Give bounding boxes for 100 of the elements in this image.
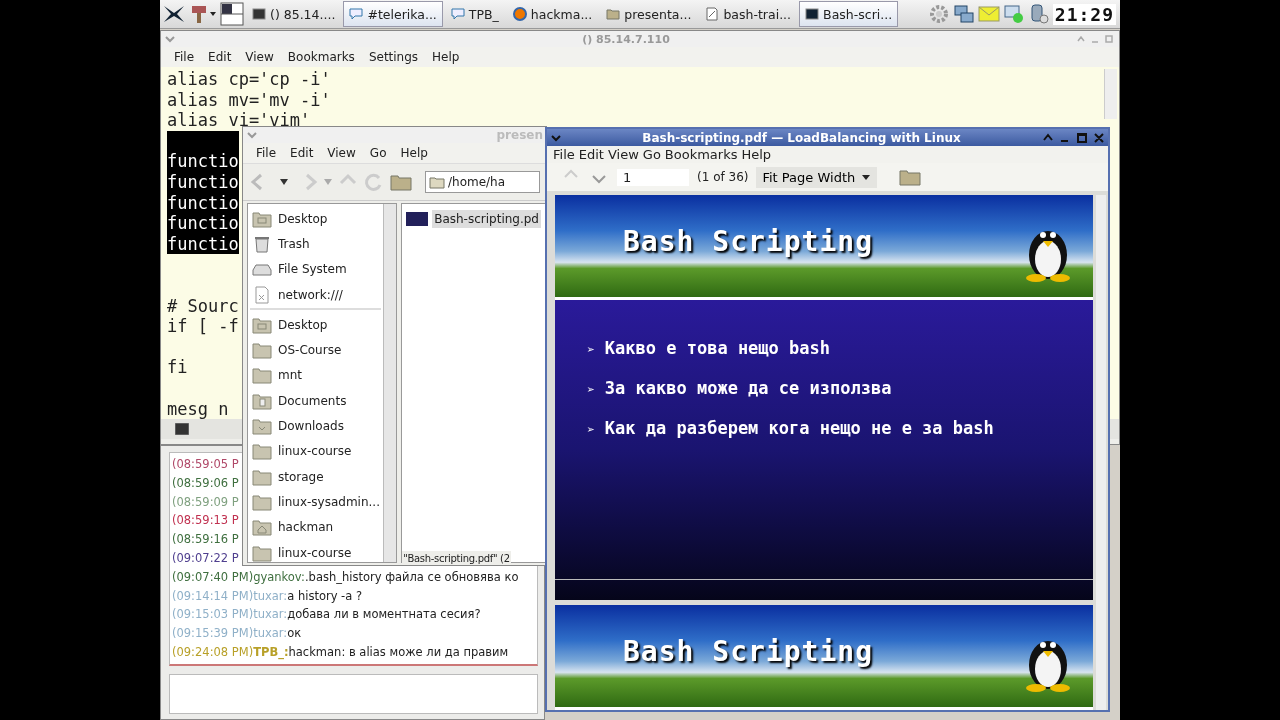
slide-title: Bash Scripting bbox=[623, 224, 873, 258]
chat-bubble-icon bbox=[349, 7, 364, 21]
menu-item[interactable]: Go bbox=[640, 147, 663, 162]
terminal-line: alias vi='vim' bbox=[167, 110, 311, 131]
envelope-icon[interactable] bbox=[977, 3, 1000, 25]
document-folder-icon bbox=[252, 391, 272, 410]
location-field[interactable]: /home/ha bbox=[425, 171, 540, 193]
menu-item[interactable]: Help bbox=[393, 146, 435, 160]
zoom-dropdown[interactable]: Fit Page Width bbox=[756, 166, 878, 188]
menu-item[interactable]: File bbox=[249, 146, 284, 160]
sidebar-item[interactable]: OS-Course bbox=[248, 337, 384, 363]
chat-input-field[interactable] bbox=[169, 674, 538, 714]
menu-item[interactable]: View bbox=[605, 147, 641, 162]
terminal-line: alias cp='cp -i' bbox=[167, 69, 331, 90]
status-text: "Bash-scripting.pdf" (2 bbox=[402, 551, 511, 565]
menu-item[interactable]: View bbox=[238, 50, 281, 64]
scrollbar[interactable] bbox=[1096, 195, 1106, 710]
folder-icon bbox=[252, 467, 272, 486]
chevron-down-icon[interactable] bbox=[246, 130, 258, 140]
menu-item[interactable]: File bbox=[551, 147, 577, 162]
dropdown-caret-icon[interactable] bbox=[279, 178, 289, 186]
chat-message: (09:07:22 P bbox=[172, 550, 239, 567]
home-folder-icon[interactable] bbox=[389, 172, 413, 192]
terminal-line: fi bbox=[167, 357, 188, 378]
menu-item[interactable]: View bbox=[320, 146, 363, 160]
scrollbar[interactable] bbox=[1104, 69, 1117, 119]
sidebar-item[interactable]: hackman bbox=[248, 514, 384, 540]
terminal-icon[interactable] bbox=[175, 423, 189, 435]
taskbar-button[interactable]: hackma... bbox=[506, 1, 599, 27]
window-title: Bash-scripting.pdf — LoadBalancing with Linux bbox=[641, 130, 962, 145]
taskbar-button[interactable]: bash-trai... bbox=[699, 1, 798, 27]
chat-message: (09:15:03 PM)tuxar:добава ли в моментната сесия? bbox=[172, 606, 481, 624]
menu-item[interactable]: Help bbox=[425, 50, 467, 64]
folder-icon bbox=[606, 7, 621, 21]
folder-icon bbox=[429, 175, 445, 189]
sidebar-item[interactable]: Documents bbox=[248, 388, 384, 414]
sidebar-item[interactable]: network:/// bbox=[248, 281, 384, 308]
terminal-line: # Sourc bbox=[167, 295, 239, 317]
taskbar-button[interactable]: () 85.14.... bbox=[246, 1, 342, 27]
gear-icon[interactable] bbox=[927, 3, 950, 25]
sidebar-item[interactable]: linux-course bbox=[248, 539, 384, 565]
menu-item[interactable]: Help bbox=[739, 147, 774, 162]
menu-item[interactable]: Edit bbox=[576, 147, 606, 162]
sidebar-item[interactable]: Desktop bbox=[248, 206, 384, 232]
chat-message: (08:59:05 P bbox=[172, 456, 239, 473]
download-folder-icon bbox=[252, 417, 272, 435]
slide-bullet: Какво е това нещо bash bbox=[604, 338, 830, 358]
desktop-folder-icon bbox=[252, 315, 272, 334]
globe-icon bbox=[512, 7, 527, 21]
window-title: () 85.14.7.110 bbox=[581, 32, 671, 46]
taskbar-button[interactable]: presenta... bbox=[600, 1, 698, 27]
sidebar-item[interactable]: File System bbox=[248, 256, 384, 282]
clock: 21:29 bbox=[1052, 3, 1116, 25]
caret-icon bbox=[861, 173, 872, 181]
terminal-icon bbox=[252, 7, 266, 21]
scrollbar[interactable] bbox=[383, 204, 397, 562]
chevron-down-icon[interactable] bbox=[550, 132, 562, 143]
sidebar-item[interactable]: storage bbox=[248, 463, 384, 490]
folder-icon bbox=[252, 442, 272, 461]
sidebar-item[interactable]: linux-course bbox=[248, 438, 384, 464]
document-thumbnail-icon bbox=[406, 212, 429, 226]
slide-bullet: Как да разберем кога нещо не е за bash bbox=[604, 418, 994, 438]
network-file-icon bbox=[252, 285, 272, 304]
menu-item[interactable]: Bookmarks bbox=[662, 147, 740, 162]
bullet-marker: ➢ bbox=[587, 342, 595, 357]
sidebar-item[interactable]: mnt bbox=[248, 362, 384, 389]
menu-item[interactable]: Edit bbox=[201, 50, 239, 64]
chat-message: (09:24:08 PM)TPB_:hackman: в alias може ли да правим bbox=[172, 643, 509, 662]
menu-item[interactable]: Bookmarks bbox=[280, 50, 362, 64]
taskbar-button[interactable]: #telerika... bbox=[343, 1, 443, 27]
window-controls-icon[interactable] bbox=[1041, 131, 1105, 144]
network-computers-icon[interactable] bbox=[952, 3, 975, 25]
chat-bubble-icon bbox=[450, 7, 465, 21]
desktop-switcher-icon[interactable] bbox=[220, 2, 244, 26]
document-entry[interactable]: Bash-scripting.pd bbox=[402, 204, 545, 234]
sidebar-item[interactable]: Desktop bbox=[248, 312, 384, 338]
page-number-field[interactable]: 1 bbox=[617, 168, 689, 186]
taskbar-button[interactable]: Bash-scri... bbox=[799, 1, 899, 27]
folder-icon bbox=[252, 543, 272, 562]
chevron-down-icon[interactable] bbox=[164, 34, 176, 44]
menu-item[interactable]: Go bbox=[362, 146, 394, 160]
chat-message: (09:07:40 PM)gyankov:.bash_history файла се обновява ко bbox=[172, 568, 519, 586]
slide-bullet: За какво може да се използва bbox=[604, 378, 892, 398]
folder-icon bbox=[252, 366, 272, 385]
menu-item[interactable]: Settings bbox=[361, 50, 426, 64]
home-folder-icon bbox=[252, 518, 272, 537]
computer-status-icon[interactable] bbox=[1002, 3, 1025, 25]
sidebar-item[interactable]: Trash bbox=[248, 231, 384, 257]
folder-icon bbox=[252, 341, 272, 360]
sidebar-item[interactable]: linux-sysadmin... bbox=[248, 489, 384, 515]
page-count: (1 of 36) bbox=[697, 170, 749, 184]
menu-item[interactable]: Edit bbox=[283, 146, 321, 160]
sidebar-item[interactable]: Downloads bbox=[248, 413, 384, 439]
taskbar-button[interactable]: TPB_ bbox=[444, 1, 505, 27]
star-logo-icon[interactable] bbox=[162, 3, 186, 25]
folder-icon[interactable] bbox=[899, 168, 922, 186]
menu-item[interactable]: File bbox=[167, 50, 202, 64]
chat-message: (09:15:39 PM)tuxar:ок bbox=[172, 625, 302, 643]
chat-message: (09:14:14 PM)tuxar:a history -a ? bbox=[172, 587, 363, 605]
chat-message: (08:59:06 P bbox=[172, 474, 239, 492]
